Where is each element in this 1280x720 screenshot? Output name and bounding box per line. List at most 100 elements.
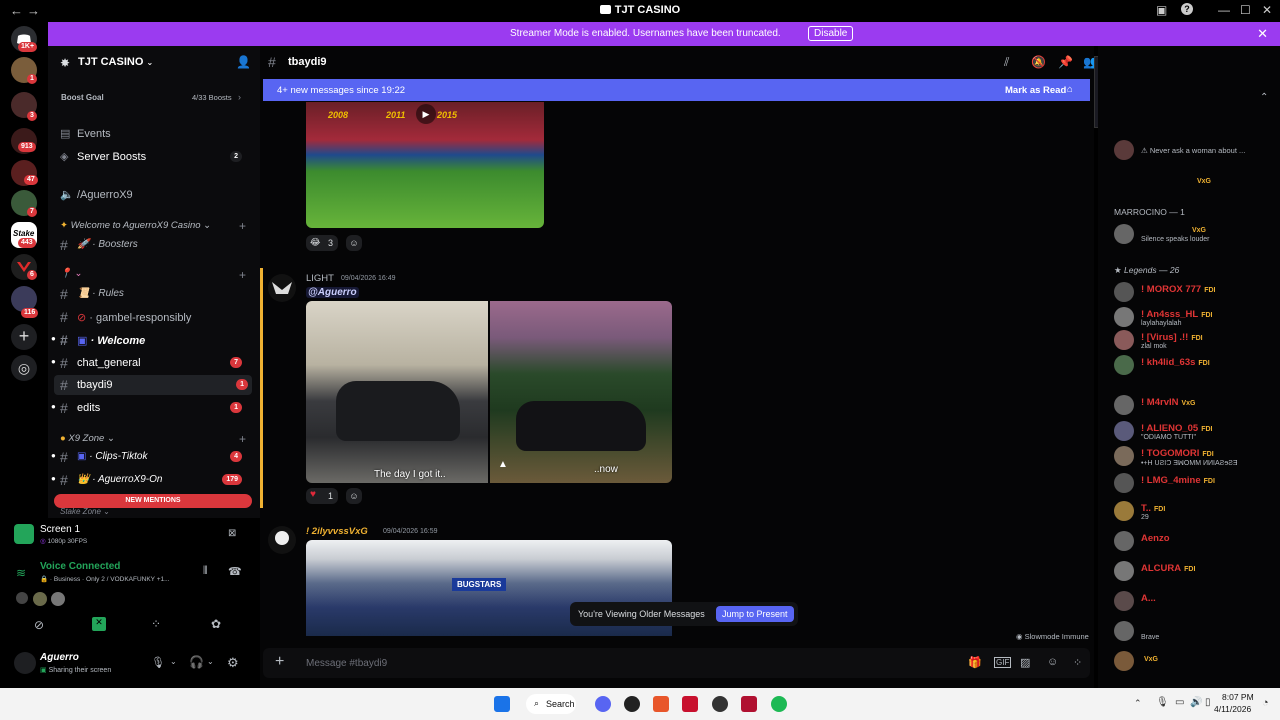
threads-icon[interactable]: ⫽: [1004, 55, 1009, 70]
member-item[interactable]: Aenzo: [1114, 531, 1274, 553]
car-image-1[interactable]: The day I got it..: [306, 301, 488, 483]
channel-aguerrox9-on[interactable]: # ● 👑 · AguerroX9-On 179: [48, 470, 252, 490]
member-item[interactable]: VxG: [1114, 170, 1274, 192]
soundboard-icon[interactable]: ✿: [211, 617, 221, 631]
gift-icon[interactable]: 🎁: [968, 656, 982, 669]
add-server-icon[interactable]: +: [11, 324, 37, 350]
maximize-button[interactable]: ☐: [1240, 3, 1251, 17]
member-item[interactable]: ! ALIENO_05 FDI "ODIAMO TUTTI": [1114, 421, 1274, 443]
minimize-button[interactable]: —: [1218, 3, 1230, 17]
add-reaction-icon[interactable]: ☺: [346, 488, 362, 504]
notification-bell-icon[interactable]: 🔕: [1031, 55, 1046, 69]
play-icon[interactable]: ▶: [416, 104, 436, 124]
collapse-icon[interactable]: ⌃: [1260, 92, 1268, 103]
add-attachment-icon[interactable]: +: [275, 653, 284, 671]
close-icon[interactable]: ✕: [1257, 26, 1268, 42]
member-item[interactable]: ! An4sss_HL FDI laylahaylalah: [1114, 307, 1274, 329]
spotify-taskbar-icon[interactable]: [771, 696, 787, 712]
camera-icon[interactable]: ⊘: [34, 618, 44, 632]
settings-gear-icon[interactable]: ⚙: [227, 655, 239, 671]
disconnect-icon[interactable]: ☎: [228, 565, 242, 578]
member-item[interactable]: ALCURA FDI: [1114, 561, 1274, 583]
message-input[interactable]: Message #tbaydi9: [306, 658, 387, 669]
tray-chevron-icon[interactable]: ⌃: [1134, 698, 1142, 709]
boost-goal[interactable]: Boost Goal 4/33 Boosts ›: [48, 86, 252, 108]
new-messages-bar[interactable]: 4+ new messages since 19:22 Mark as Read…: [263, 79, 1090, 101]
stop-stream-icon[interactable]: ⊠: [228, 528, 236, 539]
taskbar-search[interactable]: ⌕ Search: [526, 694, 576, 714]
channel-gambel-responsibly[interactable]: # ⊘ · gambel-responsibly: [48, 307, 252, 327]
battery-icon[interactable]: ▯: [1205, 697, 1211, 708]
help-icon[interactable]: ?: [1181, 3, 1193, 15]
category-stake-zone[interactable]: Stake Zone ⌄: [60, 507, 110, 516]
channel-chat-general[interactable]: # ● chat_general 7: [48, 353, 252, 373]
voice-channel-aguerrox9[interactable]: 🔈 /AguerroX9: [48, 185, 252, 205]
category-collapsed[interactable]: 📍 ⌄: [60, 268, 82, 279]
share-screen-icon[interactable]: ✕: [92, 617, 106, 631]
sticker-icon[interactable]: ▨: [1020, 656, 1030, 669]
avatar[interactable]: [16, 592, 28, 604]
channel-rules[interactable]: # 📜 · Rules: [48, 284, 252, 304]
member-item[interactable]: ⚠ Never ask a woman about ...: [1114, 140, 1274, 162]
reaction-heart[interactable]: ♥ 1: [306, 488, 338, 504]
member-item[interactable]: ! [Virus] .!! FDI zlal mok: [1114, 330, 1274, 352]
stadium-image[interactable]: 2008 2011 2015 ▶: [306, 102, 544, 228]
member-item[interactable]: ! LMG_4mine FDI: [1114, 473, 1274, 495]
windows-start-icon[interactable]: [494, 696, 510, 712]
message-author[interactable]: LIGHT: [306, 273, 334, 284]
volume-icon[interactable]: 🔊: [1190, 697, 1202, 708]
pin-icon[interactable]: 📌: [1058, 55, 1073, 69]
username[interactable]: Aguerro: [40, 652, 79, 663]
voice-connected-label[interactable]: Voice Connected: [40, 561, 120, 572]
microphone-tray-icon[interactable]: 🎙: [1156, 697, 1169, 708]
inbox-icon[interactable]: ▣: [1156, 3, 1167, 17]
app-taskbar-icon[interactable]: [624, 696, 640, 712]
obs-taskbar-icon[interactable]: [712, 696, 728, 712]
channel-clips-tiktok[interactable]: # ● ▣ · Clips-Tiktok 4: [48, 447, 252, 467]
apps-icon[interactable]: ⁘: [1073, 656, 1082, 669]
member-item[interactable]: T.. FDI 29: [1114, 501, 1274, 523]
user-mention[interactable]: @Aguerro: [306, 287, 359, 298]
member-item[interactable]: ! kh4lid_63s FDI: [1114, 355, 1274, 377]
events-item[interactable]: ▤ Events: [48, 124, 252, 144]
noise-suppression-icon[interactable]: ⫴: [203, 565, 208, 578]
channel-boosters[interactable]: # 🚀 · Boosters: [48, 235, 252, 255]
category-welcome[interactable]: ✦ Welcome to AguerroX9 Casino ⌄: [60, 220, 211, 231]
chevron-down-icon[interactable]: ⌄: [207, 657, 214, 666]
jump-to-present-button[interactable]: Jump to Present: [716, 606, 794, 622]
author-avatar[interactable]: [268, 526, 296, 554]
discord-taskbar-icon[interactable]: [595, 696, 611, 712]
discover-icon[interactable]: ◎: [11, 355, 37, 381]
new-mentions-button[interactable]: NEW MENTIONS: [54, 494, 252, 508]
member-item[interactable]: ! TOGOMORI FDI •+H UƧIƆ ƎꟽOMM ИИIAƧɘƧƎ: [1114, 446, 1274, 468]
member-item[interactable]: VxG: [1114, 651, 1274, 673]
member-item[interactable]: Brave: [1114, 621, 1274, 643]
channel-tbaydi9-selected[interactable]: # tbaydi9 1: [54, 375, 252, 395]
member-item[interactable]: VxG Silence speaks louder: [1114, 224, 1274, 246]
avatar[interactable]: [51, 592, 65, 606]
add-channel-icon[interactable]: +: [239, 432, 246, 446]
add-reaction-icon[interactable]: ☺: [346, 235, 362, 251]
emoji-icon[interactable]: ☺: [1047, 656, 1058, 668]
add-channel-icon[interactable]: +: [239, 268, 246, 282]
car-image-2[interactable]: ..now: [490, 301, 672, 483]
close-button[interactable]: ✕: [1262, 3, 1272, 17]
member-item[interactable]: A...: [1114, 591, 1274, 613]
member-item[interactable]: ! M4rvIN VxG: [1114, 395, 1274, 417]
network-icon[interactable]: ▭: [1175, 697, 1184, 708]
invite-icon[interactable]: 👤: [236, 55, 251, 69]
channel-welcome[interactable]: # ● ▣ · Welcome: [48, 330, 252, 350]
microphone-icon[interactable]: 🎙: [151, 656, 165, 669]
user-avatar[interactable]: [14, 652, 36, 674]
reaction-laugh[interactable]: 😂 3: [306, 235, 338, 251]
gif-icon[interactable]: GIF: [994, 657, 1012, 668]
disable-streamer-mode-button[interactable]: Disable: [808, 26, 854, 41]
app-taskbar-icon[interactable]: [741, 696, 757, 712]
add-channel-icon[interactable]: +: [239, 219, 246, 233]
message-author[interactable]: ! 2ilyvvssVxG: [306, 526, 368, 537]
member-item[interactable]: ! MOROX 777 FDI: [1114, 282, 1274, 304]
chevron-down-icon[interactable]: ⌄: [170, 657, 177, 666]
server-boosts-item[interactable]: ◈ Server Boosts 2: [48, 147, 252, 167]
brave-taskbar-icon[interactable]: [653, 696, 669, 712]
category-x9-zone[interactable]: ● X9 Zone ⌄: [60, 433, 115, 444]
